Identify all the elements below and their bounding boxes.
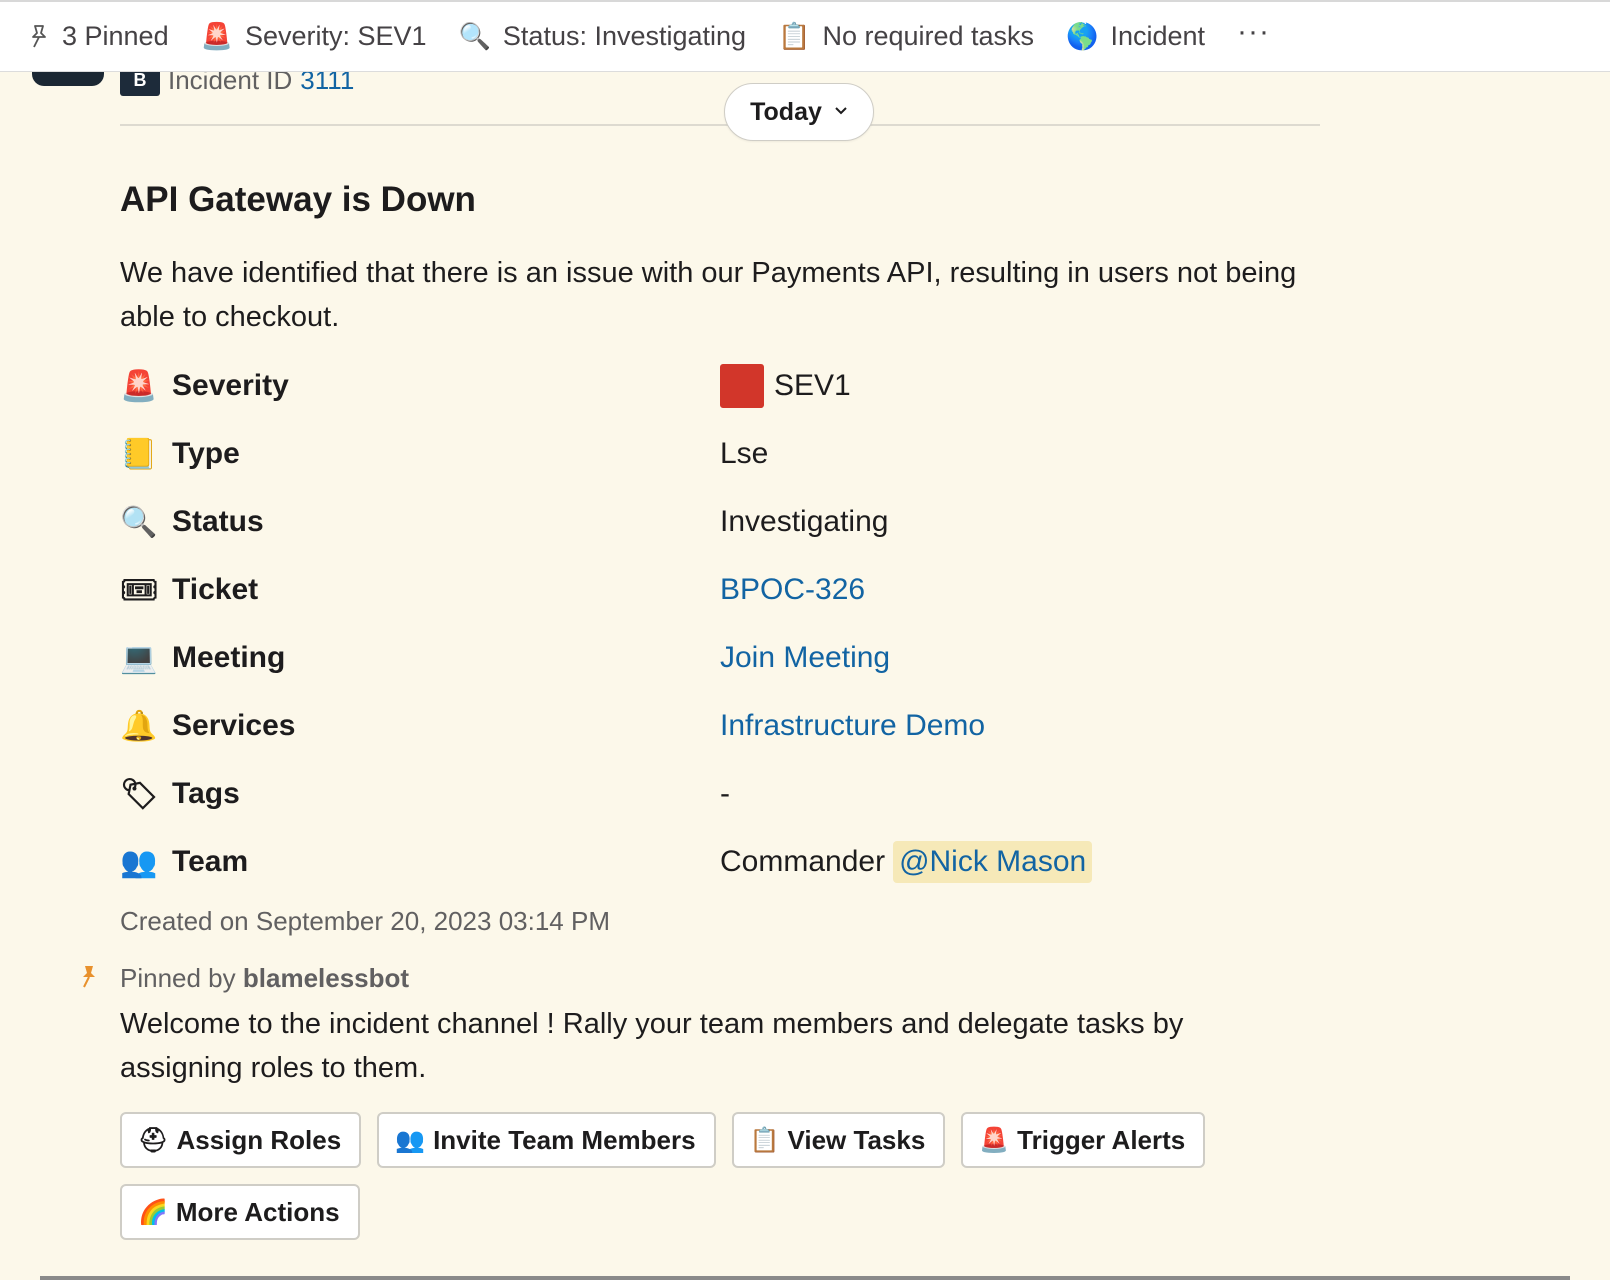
field-label: Tags [172, 777, 240, 810]
pinned-label: 3 Pinned [62, 21, 169, 51]
channel-bookmark-bar: 3 Pinned 🚨 Severity: SEV1 🔍 Status: Inve… [0, 0, 1610, 72]
rotating-light-icon: 🚨 [979, 1126, 1010, 1154]
severity-bookmark[interactable]: 🚨 Severity: SEV1 [201, 21, 427, 52]
field-row-severity: 🚨 Severity SEV1 [120, 352, 1320, 420]
service-link[interactable]: Infrastructure Demo [720, 709, 985, 743]
button-label: Trigger Alerts [1017, 1124, 1186, 1155]
action-buttons: ⛑ Assign Roles 👥 Invite Team Members 📋 V… [120, 1112, 1320, 1256]
assign-roles-button[interactable]: ⛑ Assign Roles [120, 1112, 362, 1168]
next-message-edge [40, 1276, 1570, 1280]
date-divider-label: Today [750, 97, 822, 126]
slack-channel-view: 3 Pinned 🚨 Severity: SEV1 🔍 Status: Inve… [0, 0, 1610, 1280]
field-label: Ticket [172, 573, 259, 606]
rescue-helmet-icon: ⛑ [138, 1126, 169, 1154]
view-tasks-button[interactable]: 📋 View Tasks [731, 1112, 946, 1168]
pin-icon [28, 24, 50, 50]
pinned-by-prefix: Pinned by [120, 963, 236, 993]
field-label: Severity [172, 369, 289, 402]
pinned-bookmark[interactable]: 3 Pinned [28, 21, 169, 52]
chevron-down-icon [834, 103, 848, 121]
button-label: View Tasks [787, 1124, 926, 1155]
laptop-icon: 💻 [120, 641, 158, 675]
incident-fields: 🚨 Severity SEV1 📒 Type Lse 🔍 Status Inve… [120, 352, 1320, 896]
globe-icon: 🌎 [1066, 21, 1099, 51]
button-label: Invite Team Members [433, 1124, 696, 1155]
rainbow-icon: 🌈 [138, 1198, 168, 1226]
created-timestamp: Created on September 20, 2023 03:14 PM [120, 906, 610, 936]
magnifier-icon: 🔍 [458, 21, 491, 51]
field-value: Lse [720, 437, 769, 470]
severity-color-swatch [720, 364, 764, 408]
field-row-ticket: 🎟 Ticket BPOC-326 [120, 556, 1320, 624]
people-icon: 👥 [120, 845, 158, 879]
clipboard-icon: 📋 [778, 21, 811, 51]
more-bookmarks-button[interactable]: ··· [1237, 15, 1270, 49]
date-divider-button[interactable]: Today [724, 83, 874, 141]
field-label: Type [172, 437, 240, 470]
field-value: Investigating [720, 505, 889, 538]
field-label: Meeting [172, 641, 286, 674]
bell-icon: 🔔 [120, 709, 158, 743]
field-row-tags: 🏷 Tags - [120, 760, 1320, 828]
date-divider-line [120, 124, 1320, 126]
rotating-light-icon: 🚨 [120, 369, 158, 403]
people-icon: 👥 [395, 1126, 426, 1154]
welcome-message: Welcome to the incident channel ! Rally … [120, 1008, 1184, 1084]
pinned-by-line: Pinned by blamelessbot [120, 963, 409, 994]
field-row-type: 📒 Type Lse [120, 420, 1320, 488]
join-meeting-link[interactable]: Join Meeting [720, 641, 890, 675]
invite-team-members-button[interactable]: 👥 Invite Team Members [377, 1112, 716, 1168]
field-value: - [720, 777, 730, 810]
pin-icon [78, 964, 100, 996]
tasks-bookmark-label: No required tasks [822, 21, 1035, 51]
ledger-icon: 📒 [120, 437, 158, 471]
button-label: Assign Roles [176, 1124, 342, 1155]
trigger-alerts-button[interactable]: 🚨 Trigger Alerts [961, 1112, 1206, 1168]
clipboard-icon: 📋 [749, 1126, 780, 1154]
rotating-light-icon: 🚨 [200, 21, 233, 51]
tasks-bookmark[interactable]: 📋 No required tasks [778, 21, 1034, 52]
incident-description: We have identified that there is an issu… [120, 257, 1297, 333]
field-value: SEV1 [774, 369, 851, 402]
field-label: Team [172, 845, 249, 878]
field-label: Status [172, 505, 264, 538]
field-row-services: 🔔 Services Infrastructure Demo [120, 692, 1320, 760]
user-mention[interactable]: @Nick Mason [893, 841, 1093, 883]
more-actions-button[interactable]: 🌈 More Actions [120, 1184, 360, 1240]
ticket-icon: 🎟 [120, 573, 159, 607]
label-tag-icon: 🏷 [120, 777, 159, 811]
status-bookmark[interactable]: 🔍 Status: Investigating [459, 21, 747, 52]
button-label: More Actions [175, 1196, 340, 1227]
pinned-by-user[interactable]: blamelessbot [243, 963, 409, 993]
status-bookmark-label: Status: Investigating [502, 21, 747, 51]
field-row-status: 🔍 Status Investigating [120, 488, 1320, 556]
severity-bookmark-label: Severity: SEV1 [244, 21, 427, 51]
incident-bookmark-label: Incident [1110, 21, 1206, 51]
ticket-link[interactable]: BPOC-326 [720, 573, 865, 607]
commander-label: Commander [720, 845, 886, 878]
incident-title: API Gateway is Down [120, 180, 476, 219]
field-row-meeting: 💻 Meeting Join Meeting [120, 624, 1320, 692]
incident-bookmark[interactable]: 🌎 Incident [1066, 21, 1205, 52]
magnifier-icon: 🔍 [120, 505, 158, 539]
field-row-team: 👥 Team Commander @Nick Mason [120, 828, 1320, 896]
field-label: Services [172, 709, 296, 742]
